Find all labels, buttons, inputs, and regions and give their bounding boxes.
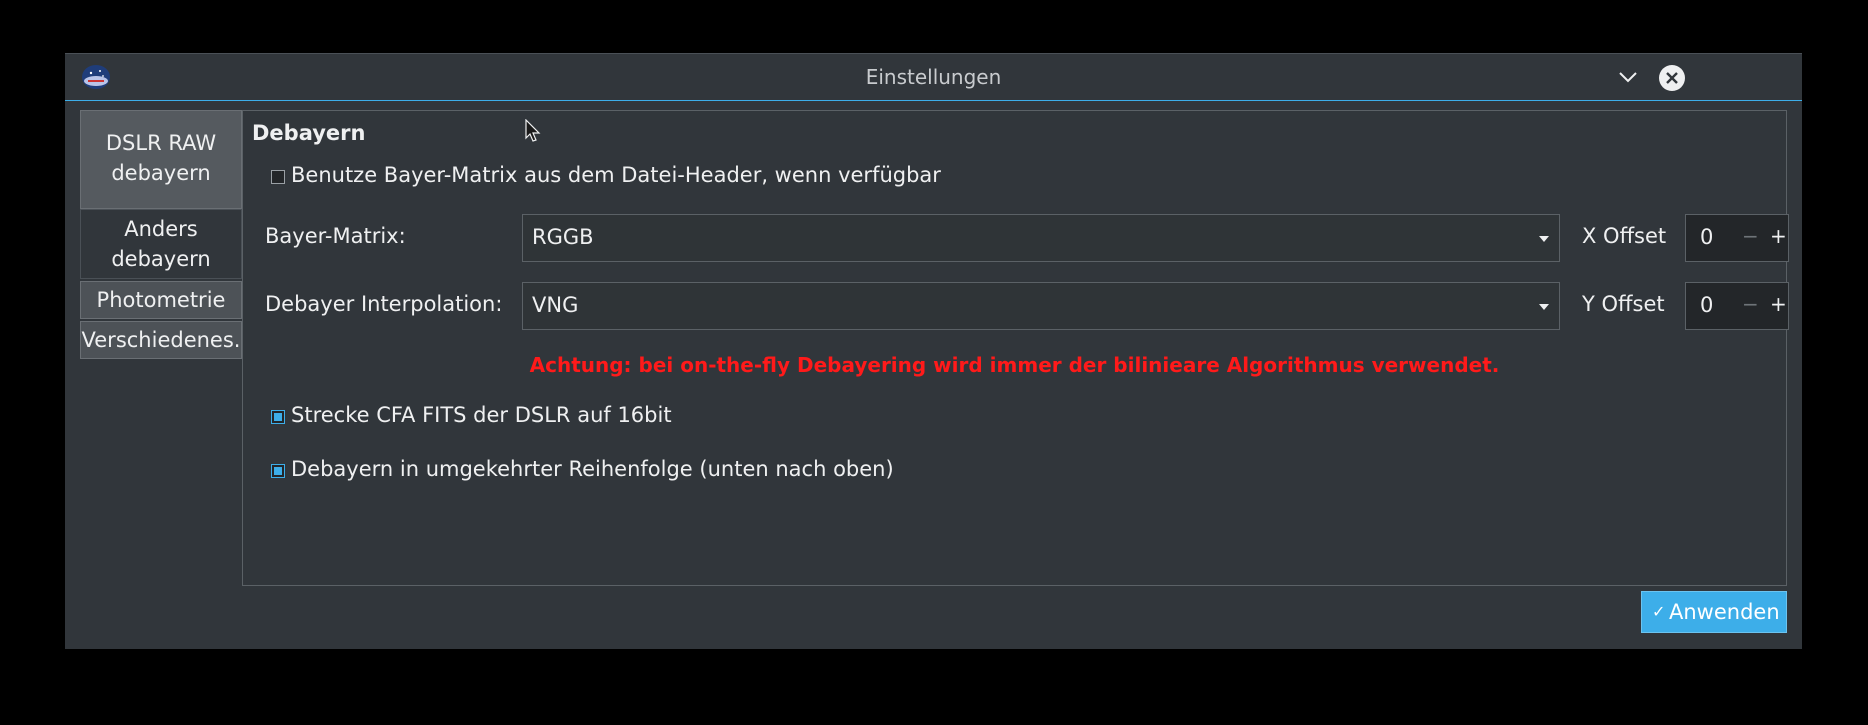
bayer-matrix-select[interactable]: RGGB <box>522 214 1560 262</box>
interpolation-value: VNG <box>532 293 579 317</box>
bayer-matrix-label: Bayer-Matrix: <box>265 224 406 248</box>
x-offset-value: 0 <box>1700 225 1714 249</box>
section-title: Debayern <box>252 121 366 145</box>
increment-icon[interactable]: + <box>1770 292 1787 316</box>
bayer-matrix-value: RGGB <box>532 225 594 249</box>
chevron-down-icon[interactable] <box>1616 66 1640 88</box>
chevron-down-icon <box>1539 304 1549 310</box>
sidebar-item-label: debayern <box>111 247 211 271</box>
chevron-down-icon <box>1539 236 1549 242</box>
y-offset-value: 0 <box>1700 293 1714 317</box>
sidebar-item-label: DSLR RAW <box>105 131 217 155</box>
sidebar-item-label: Photometrie <box>96 288 226 312</box>
checkmark-icon: ✓ <box>1652 602 1666 621</box>
use-header-matrix-label: Benutze Bayer-Matrix aus dem Datei-Heade… <box>291 163 941 187</box>
sidebar-item-other-debayer[interactable]: Anders debayern <box>80 209 242 279</box>
window-title: Einstellungen <box>865 65 1002 89</box>
debayer-settings-panel: Debayern Benutze Bayer-Matrix aus dem Da… <box>242 110 1789 586</box>
sidebar-item-misc[interactable]: Verschiedenes. <box>80 321 242 359</box>
reverse-order-checkbox[interactable] <box>271 464 285 478</box>
use-header-matrix-checkbox[interactable] <box>271 170 285 184</box>
apply-button-label: Anwenden <box>1669 600 1780 624</box>
sidebar-item-label: debayern <box>111 161 211 185</box>
stretch-cfa-label: Strecke CFA FITS der DSLR auf 16bit <box>291 403 672 427</box>
x-offset-label: X Offset <box>1582 224 1667 248</box>
decrement-icon[interactable]: − <box>1742 224 1759 248</box>
sidebar-item-label: Verschiedenes. <box>81 328 241 352</box>
warning-message: Achtung: bei on-the-fly Debayering wird … <box>529 353 1500 377</box>
y-offset-spinbox[interactable]: 0 − + <box>1685 282 1789 330</box>
sidebar-item-dslr-raw-debayer[interactable]: DSLR RAW debayern <box>80 110 242 209</box>
decrement-icon[interactable]: − <box>1742 292 1759 316</box>
y-offset-label: Y Offset <box>1582 292 1665 316</box>
stretch-cfa-checkbox[interactable] <box>271 410 285 424</box>
interpolation-select[interactable]: VNG <box>522 282 1560 330</box>
close-icon[interactable] <box>1657 63 1687 93</box>
settings-dialog: Einstellungen DSLR RAW debayern Anders d… <box>65 53 1802 649</box>
sidebar-item-photometry[interactable]: Photometrie <box>80 281 242 319</box>
title-bar[interactable]: Einstellungen <box>65 54 1802 101</box>
apply-button[interactable]: ✓ Anwenden <box>1641 591 1787 633</box>
mouse-cursor-icon <box>525 119 541 142</box>
increment-icon[interactable]: + <box>1770 224 1787 248</box>
interpolation-label: Debayer Interpolation: <box>265 292 503 316</box>
reverse-order-label: Debayern in umgekehrter Reihenfolge (unt… <box>291 457 894 481</box>
x-offset-spinbox[interactable]: 0 − + <box>1685 214 1789 262</box>
sidebar-item-label: Anders <box>124 217 198 241</box>
